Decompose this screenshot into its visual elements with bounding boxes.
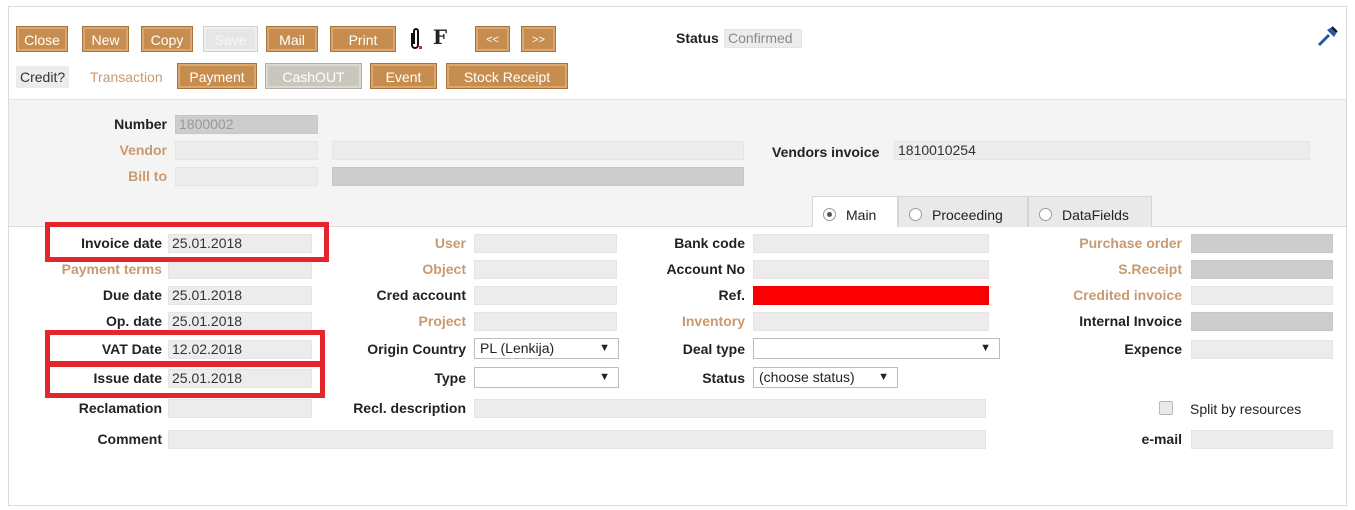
dropdown-arrow-icon: ▼ <box>599 342 610 354</box>
object-label[interactable]: Object <box>330 261 466 277</box>
radio-empty-icon <box>909 208 922 221</box>
stock-receipt-button[interactable]: Stock Receipt <box>446 63 568 89</box>
expence-field[interactable] <box>1191 340 1333 359</box>
new-button[interactable]: New <box>82 26 129 52</box>
credit-toggle[interactable]: Credit? <box>16 66 70 88</box>
bank-code-field[interactable] <box>753 234 989 253</box>
payment-terms-field[interactable] <box>168 260 312 279</box>
cred-account-field[interactable] <box>474 286 617 305</box>
vendors-invoice-field[interactable]: 1810010254 <box>894 141 1310 160</box>
inventory-field[interactable] <box>753 312 989 331</box>
split-by-resources-checkbox[interactable] <box>1159 401 1173 415</box>
split-by-resources-label: Split by resources <box>1190 401 1302 417</box>
vat-date-highlight <box>45 330 325 366</box>
f-button[interactable]: F <box>426 25 454 49</box>
deal-type-label: Deal type <box>682 341 745 357</box>
number-label: Number <box>114 116 167 132</box>
tab-proceeding[interactable]: Proceeding <box>898 196 1028 227</box>
comment-label: Comment <box>97 431 162 447</box>
deal-type-select[interactable]: ▼ <box>753 338 1000 359</box>
status-field-label: Status <box>702 370 745 386</box>
internal-invoice-label: Internal Invoice <box>1079 313 1182 329</box>
issue-date-highlight <box>45 362 325 398</box>
reclamation-field[interactable] <box>168 399 312 418</box>
user-field[interactable] <box>474 234 617 253</box>
close-button[interactable]: Close <box>16 26 68 52</box>
bill-to-name-field <box>332 167 744 186</box>
status-label: Status <box>676 30 719 46</box>
hammer-icon[interactable] <box>1316 24 1340 48</box>
inventory-label[interactable]: Inventory <box>620 313 745 329</box>
dropdown-arrow-icon: ▼ <box>980 342 991 354</box>
vendors-invoice-label: Vendors invoice <box>772 144 880 160</box>
email-label: e-mail <box>1141 431 1182 447</box>
recl-description-field[interactable] <box>474 399 986 418</box>
radio-selected-icon <box>823 208 836 221</box>
email-field[interactable] <box>1191 430 1333 449</box>
op-date-field[interactable]: 25.01.2018 <box>168 312 312 331</box>
paperclip-icon[interactable] <box>407 27 423 51</box>
account-no-field[interactable] <box>753 260 989 279</box>
due-date-field[interactable]: 25.01.2018 <box>168 286 312 305</box>
purchase-order-label[interactable]: Purchase order <box>1000 235 1182 251</box>
event-button[interactable]: Event <box>370 63 437 89</box>
prev-button[interactable]: << <box>475 26 510 52</box>
type-select[interactable]: ▼ <box>474 367 619 388</box>
tab-datafields[interactable]: DataFields <box>1028 196 1152 227</box>
number-field: 1800002 <box>175 115 318 134</box>
vendor-field[interactable] <box>175 141 318 160</box>
ref-label: Ref. <box>718 287 745 303</box>
next-button[interactable]: >> <box>521 26 556 52</box>
purchase-order-field <box>1191 234 1333 253</box>
copy-button[interactable]: Copy <box>141 26 193 52</box>
cashout-button[interactable]: CashOUT <box>265 63 362 89</box>
payment-button[interactable]: Payment <box>177 63 257 89</box>
cred-account-label: Cred account <box>376 287 466 303</box>
reclamation-label: Reclamation <box>78 400 162 416</box>
credited-invoice-label[interactable]: Credited invoice <box>1000 287 1182 303</box>
ref-field[interactable] <box>753 286 989 305</box>
dropdown-arrow-icon: ▼ <box>599 371 610 383</box>
account-no-label: Account No <box>666 261 745 277</box>
project-field[interactable] <box>474 312 617 331</box>
transaction-link[interactable]: Transaction <box>90 66 163 88</box>
invoice-date-highlight <box>45 222 329 262</box>
radio-empty-icon <box>1039 208 1052 221</box>
recl-description-label: Recl. description <box>353 400 466 416</box>
comment-field[interactable] <box>168 430 986 449</box>
user-label[interactable]: User <box>330 235 466 251</box>
dropdown-arrow-icon: ▼ <box>878 371 889 383</box>
status-value: Confirmed <box>724 29 802 48</box>
status-select[interactable]: (choose status) ▼ <box>753 367 898 388</box>
mail-button[interactable]: Mail <box>266 26 318 52</box>
bill-to-field[interactable] <box>175 167 318 186</box>
internal-invoice-field <box>1191 312 1333 331</box>
credited-invoice-field[interactable] <box>1191 286 1333 305</box>
due-date-label: Due date <box>102 287 162 303</box>
s-receipt-field <box>1191 260 1333 279</box>
tab-main[interactable]: Main <box>812 196 898 227</box>
print-button[interactable]: Print <box>330 26 396 52</box>
origin-country-label: Origin Country <box>367 341 466 357</box>
s-receipt-label[interactable]: S.Receipt <box>1000 261 1182 277</box>
op-date-label: Op. date <box>105 313 162 329</box>
origin-country-select[interactable]: PL (Lenkija) ▼ <box>474 338 619 359</box>
vendor-label[interactable]: Vendor <box>60 142 167 158</box>
expence-label: Expence <box>1124 341 1182 357</box>
project-label[interactable]: Project <box>330 313 466 329</box>
bill-to-label[interactable]: Bill to <box>60 168 167 184</box>
save-button[interactable]: Save <box>203 26 258 52</box>
payment-terms-label[interactable]: Payment terms <box>30 261 162 277</box>
object-field[interactable] <box>474 260 617 279</box>
vendor-name-field <box>332 141 744 160</box>
type-label: Type <box>434 370 466 386</box>
bank-code-label: Bank code <box>674 235 745 251</box>
